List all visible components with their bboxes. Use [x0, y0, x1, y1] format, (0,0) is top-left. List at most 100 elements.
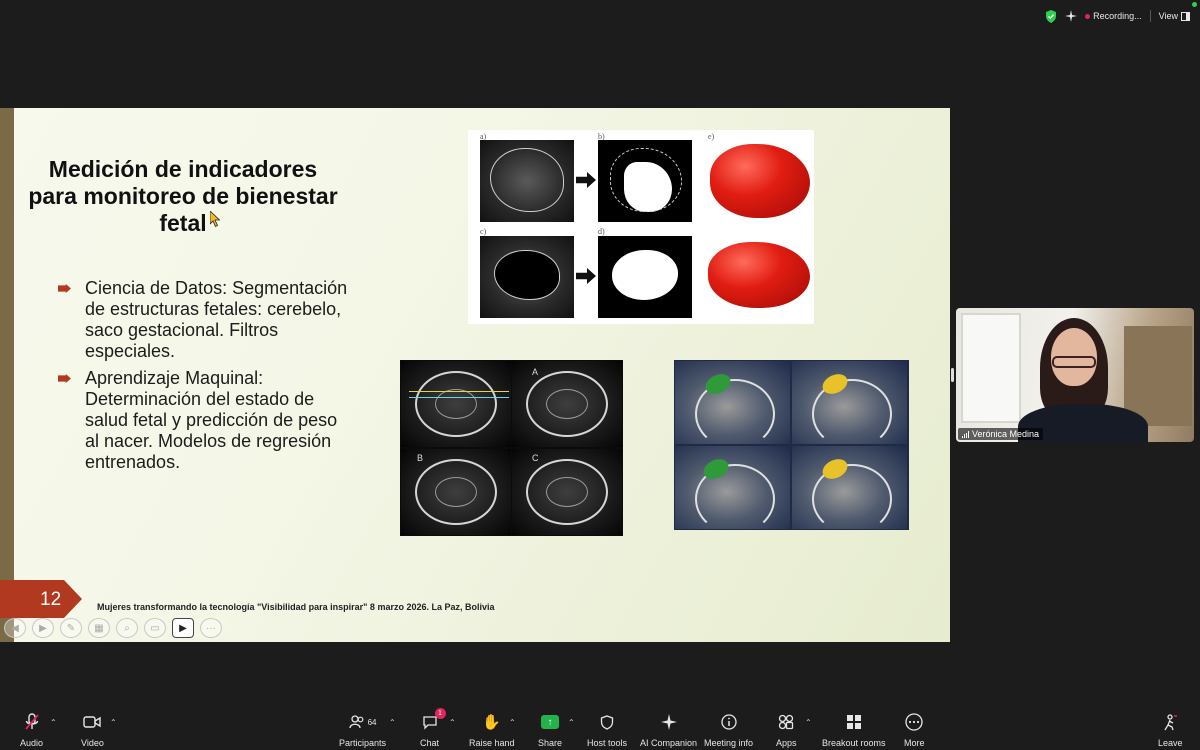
ultrasound-panel	[675, 361, 790, 444]
raise-hand-button[interactable]: ✋ Raise hand	[469, 712, 515, 748]
audio-button[interactable]: Audio	[20, 712, 43, 748]
muted-microphone-icon	[24, 712, 40, 732]
more-button[interactable]: More	[904, 712, 925, 748]
breakout-rooms-button[interactable]: Breakout rooms	[822, 712, 886, 748]
audio-label: Audio	[20, 738, 44, 748]
audio-options-chevron-icon[interactable]: ⌃	[50, 718, 57, 727]
share-options-chevron-icon[interactable]: ⌃	[568, 718, 575, 727]
apps-options-chevron-icon[interactable]: ⌃	[805, 718, 812, 727]
figure-label-d: d)	[598, 227, 605, 236]
ai-companion-button[interactable]: AI Companion	[640, 712, 697, 748]
host-tools-label: Host tools	[587, 738, 628, 748]
participants-count: 64	[367, 717, 377, 727]
bullet-item: Aprendizaje Maquinal: Determinación del …	[58, 368, 348, 473]
panel-label-b: B	[417, 453, 424, 463]
signal-bars-icon	[962, 430, 969, 438]
raise-hand-icon: ✋	[482, 714, 502, 731]
resize-handle[interactable]	[951, 368, 954, 382]
more-ellipsis-icon	[905, 712, 923, 732]
participants-label: Participants	[339, 738, 387, 748]
bullet-item: Ciencia de Datos: Segmentación de estruc…	[58, 278, 348, 362]
info-icon	[720, 712, 737, 732]
apps-button[interactable]: Apps	[776, 712, 797, 748]
host-tools-shield-icon	[600, 712, 614, 732]
host-tools-button[interactable]: Host tools	[587, 712, 627, 748]
participant-glasses	[1052, 356, 1096, 368]
panel-label-a: A	[532, 367, 539, 377]
3d-model-image	[708, 242, 810, 308]
ultrasound-image	[480, 140, 574, 222]
top-right-controls: Recording... View	[1045, 8, 1190, 24]
participants-options-chevron-icon[interactable]: ⌃	[389, 718, 396, 727]
divider	[1149, 10, 1151, 22]
raise-hand-label: Raise hand	[469, 738, 515, 748]
zoom-icon[interactable]: ⌕	[116, 618, 138, 638]
top-bar: Recording... View	[0, 0, 1200, 32]
arrow-right-icon	[576, 172, 596, 188]
security-shield-icon[interactable]	[1045, 9, 1057, 23]
ultrasound-panel: C	[512, 449, 622, 535]
status-dot-icon	[1192, 2, 1197, 7]
segmentation-mask-image	[598, 140, 692, 222]
3d-model-image	[710, 144, 810, 218]
video-label: Video	[81, 738, 104, 748]
mouse-cursor-icon	[210, 211, 220, 227]
leave-label: Leave	[1158, 738, 1183, 748]
more-label: More	[904, 738, 925, 748]
slide-footer: Mujeres transformando la tecnología "Vis…	[97, 602, 495, 612]
meeting-toolbar: Audio ⌃ Video ⌃ 64 Participants ⌃ 1 Chat…	[0, 704, 1200, 750]
ultrasound-panel	[792, 361, 907, 444]
bullet-list: Ciencia de Datos: Segmentación de estruc…	[58, 278, 348, 479]
ultrasound-panel	[401, 361, 511, 447]
participant-video-tile[interactable]: Verónica Medina	[956, 308, 1194, 442]
more-options-icon[interactable]: ···	[200, 618, 222, 638]
reactions-chevron-icon[interactable]: ⌃	[509, 718, 516, 727]
video-camera-icon	[83, 712, 102, 732]
participant-name: Verónica Medina	[972, 429, 1040, 439]
camera-icon[interactable]: ▶	[172, 618, 194, 638]
video-options-chevron-icon[interactable]: ⌃	[110, 718, 117, 727]
view-button[interactable]: View	[1159, 11, 1190, 21]
participants-button[interactable]: 64 Participants	[339, 712, 386, 748]
slides-grid-icon[interactable]: ▦	[88, 618, 110, 638]
meeting-info-label: Meeting info	[704, 738, 754, 748]
apps-label: Apps	[776, 738, 797, 748]
ai-companion-sparkle-icon	[660, 712, 677, 732]
participant-name-tag: Verónica Medina	[958, 428, 1044, 440]
cerebellum-segmentation-figure	[674, 360, 909, 530]
chat-button[interactable]: 1 Chat	[420, 708, 446, 748]
chat-options-chevron-icon[interactable]: ⌃	[449, 718, 456, 727]
ultrasound-panel: B	[401, 449, 511, 535]
ai-companion-label: AI Companion	[640, 738, 698, 748]
ai-sparkle-icon[interactable]	[1065, 10, 1078, 22]
leave-button[interactable]: Leave	[1158, 712, 1183, 748]
page-number: 12	[40, 589, 62, 610]
previous-slide-icon[interactable]: ◀	[4, 618, 26, 638]
slide-left-bar	[0, 108, 14, 642]
subtitles-icon[interactable]: ▭	[144, 618, 166, 638]
next-slide-icon[interactable]: ▶	[32, 618, 54, 638]
slide-title: Medición de indicadores para monitoreo d…	[28, 156, 338, 236]
bullet-text: Ciencia de Datos: Segmentación de estruc…	[85, 278, 348, 361]
share-label: Share	[538, 738, 563, 748]
share-screen-icon: ↑	[541, 712, 560, 732]
apps-icon	[778, 712, 794, 732]
recording-dot-icon	[1085, 13, 1091, 19]
bullet-text: Aprendizaje Maquinal: Determinación del …	[85, 368, 338, 472]
segmentation-figure: a) b) e) c) d)	[468, 130, 814, 324]
segmentation-mask-image	[598, 236, 692, 318]
shared-screen-slide: Medición de indicadores para monitoreo d…	[0, 108, 950, 642]
participants-icon: 64	[348, 712, 377, 732]
recording-label: Recording...	[1093, 11, 1142, 21]
breakout-rooms-icon	[846, 712, 862, 732]
bullet-arrow-icon	[58, 374, 71, 383]
ultrasound-grid-figure: A B C	[400, 360, 623, 536]
leave-exit-icon	[1162, 712, 1178, 732]
chat-label: Chat	[420, 738, 440, 748]
recording-indicator[interactable]: Recording...	[1085, 11, 1142, 21]
meeting-info-button[interactable]: Meeting info	[704, 712, 753, 748]
presentation-controls: ◀ ▶ ✎ ▦ ⌕ ▭ ▶ ···	[4, 618, 222, 638]
video-button[interactable]: Video	[81, 712, 104, 748]
share-button[interactable]: ↑ Share	[538, 712, 562, 748]
pen-icon[interactable]: ✎	[60, 618, 82, 638]
